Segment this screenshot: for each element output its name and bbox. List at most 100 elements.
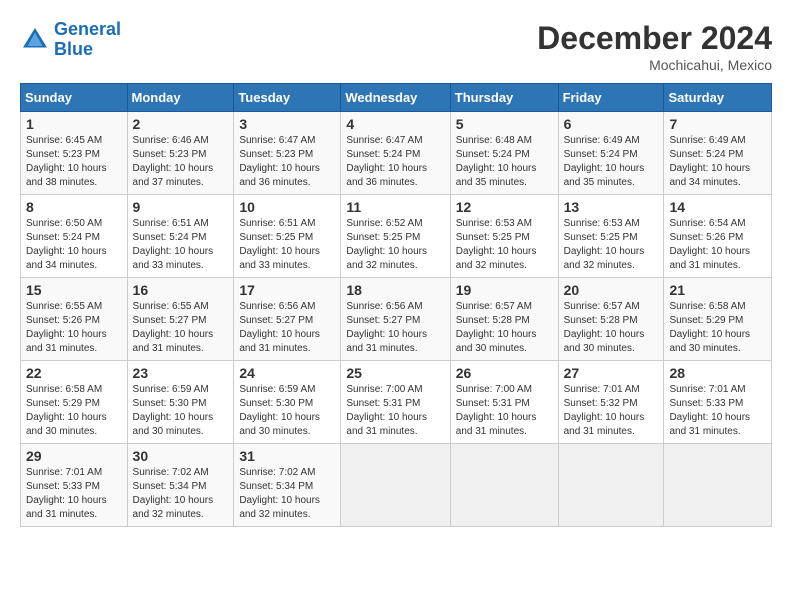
calendar-cell-w3-d2: 16 Sunrise: 6:55 AMSunset: 5:27 PMDaylig… bbox=[127, 278, 234, 361]
calendar-cell-w3-d4: 18 Sunrise: 6:56 AMSunset: 5:27 PMDaylig… bbox=[341, 278, 450, 361]
cell-info: Sunrise: 6:52 AMSunset: 5:25 PMDaylight:… bbox=[346, 217, 444, 273]
day-number: 25 bbox=[346, 365, 444, 381]
calendar-cell-w3-d5: 19 Sunrise: 6:57 AMSunset: 5:28 PMDaylig… bbox=[450, 278, 558, 361]
calendar-cell-w4-d1: 22 Sunrise: 6:58 AMSunset: 5:29 PMDaylig… bbox=[21, 361, 128, 444]
cell-info: Sunrise: 7:01 AMSunset: 5:32 PMDaylight:… bbox=[564, 383, 659, 439]
day-number: 5 bbox=[456, 116, 553, 132]
logo: General Blue bbox=[20, 20, 121, 60]
col-tuesday: Tuesday bbox=[234, 84, 341, 112]
calendar-cell-w2-d4: 11 Sunrise: 6:52 AMSunset: 5:25 PMDaylig… bbox=[341, 195, 450, 278]
logo-icon bbox=[20, 25, 50, 55]
cell-info: Sunrise: 6:45 AMSunset: 5:23 PMDaylight:… bbox=[26, 134, 122, 190]
col-sunday: Sunday bbox=[21, 84, 128, 112]
calendar-header-row: Sunday Monday Tuesday Wednesday Thursday… bbox=[21, 84, 772, 112]
col-saturday: Saturday bbox=[664, 84, 772, 112]
location: Mochicahui, Mexico bbox=[537, 57, 772, 73]
day-number: 8 bbox=[26, 199, 122, 215]
calendar-cell-w2-d1: 8 Sunrise: 6:50 AMSunset: 5:24 PMDayligh… bbox=[21, 195, 128, 278]
day-number: 19 bbox=[456, 282, 553, 298]
cell-info: Sunrise: 6:46 AMSunset: 5:23 PMDaylight:… bbox=[133, 134, 229, 190]
calendar-cell-w5-d1: 29 Sunrise: 7:01 AMSunset: 5:33 PMDaylig… bbox=[21, 444, 128, 527]
logo-text: General Blue bbox=[54, 20, 121, 60]
title-block: December 2024 Mochicahui, Mexico bbox=[537, 20, 772, 73]
calendar-cell-w4-d2: 23 Sunrise: 6:59 AMSunset: 5:30 PMDaylig… bbox=[127, 361, 234, 444]
cell-info: Sunrise: 6:54 AMSunset: 5:26 PMDaylight:… bbox=[669, 217, 766, 273]
cell-info: Sunrise: 7:02 AMSunset: 5:34 PMDaylight:… bbox=[133, 466, 229, 522]
cell-info: Sunrise: 6:53 AMSunset: 5:25 PMDaylight:… bbox=[564, 217, 659, 273]
day-number: 27 bbox=[564, 365, 659, 381]
calendar-cell-w3-d7: 21 Sunrise: 6:58 AMSunset: 5:29 PMDaylig… bbox=[664, 278, 772, 361]
calendar-cell-w4-d4: 25 Sunrise: 7:00 AMSunset: 5:31 PMDaylig… bbox=[341, 361, 450, 444]
calendar-cell-w4-d7: 28 Sunrise: 7:01 AMSunset: 5:33 PMDaylig… bbox=[664, 361, 772, 444]
day-number: 13 bbox=[564, 199, 659, 215]
day-number: 10 bbox=[239, 199, 335, 215]
cell-info: Sunrise: 6:47 AMSunset: 5:23 PMDaylight:… bbox=[239, 134, 335, 190]
calendar-cell-w5-d7 bbox=[664, 444, 772, 527]
cell-info: Sunrise: 7:00 AMSunset: 5:31 PMDaylight:… bbox=[346, 383, 444, 439]
day-number: 9 bbox=[133, 199, 229, 215]
calendar-week-5: 29 Sunrise: 7:01 AMSunset: 5:33 PMDaylig… bbox=[21, 444, 772, 527]
col-friday: Friday bbox=[558, 84, 664, 112]
day-number: 4 bbox=[346, 116, 444, 132]
calendar-cell-w5-d2: 30 Sunrise: 7:02 AMSunset: 5:34 PMDaylig… bbox=[127, 444, 234, 527]
day-number: 26 bbox=[456, 365, 553, 381]
calendar-table: Sunday Monday Tuesday Wednesday Thursday… bbox=[20, 83, 772, 527]
calendar-cell-w1-d1: 1 Sunrise: 6:45 AMSunset: 5:23 PMDayligh… bbox=[21, 112, 128, 195]
col-thursday: Thursday bbox=[450, 84, 558, 112]
day-number: 14 bbox=[669, 199, 766, 215]
cell-info: Sunrise: 7:01 AMSunset: 5:33 PMDaylight:… bbox=[26, 466, 122, 522]
day-number: 17 bbox=[239, 282, 335, 298]
calendar-cell-w2-d5: 12 Sunrise: 6:53 AMSunset: 5:25 PMDaylig… bbox=[450, 195, 558, 278]
day-number: 30 bbox=[133, 448, 229, 464]
cell-info: Sunrise: 6:59 AMSunset: 5:30 PMDaylight:… bbox=[133, 383, 229, 439]
calendar-week-4: 22 Sunrise: 6:58 AMSunset: 5:29 PMDaylig… bbox=[21, 361, 772, 444]
day-number: 11 bbox=[346, 199, 444, 215]
day-number: 20 bbox=[564, 282, 659, 298]
cell-info: Sunrise: 6:50 AMSunset: 5:24 PMDaylight:… bbox=[26, 217, 122, 273]
cell-info: Sunrise: 6:49 AMSunset: 5:24 PMDaylight:… bbox=[669, 134, 766, 190]
cell-info: Sunrise: 7:02 AMSunset: 5:34 PMDaylight:… bbox=[239, 466, 335, 522]
cell-info: Sunrise: 7:00 AMSunset: 5:31 PMDaylight:… bbox=[456, 383, 553, 439]
calendar-cell-w1-d5: 5 Sunrise: 6:48 AMSunset: 5:24 PMDayligh… bbox=[450, 112, 558, 195]
col-wednesday: Wednesday bbox=[341, 84, 450, 112]
day-number: 3 bbox=[239, 116, 335, 132]
day-number: 18 bbox=[346, 282, 444, 298]
cell-info: Sunrise: 6:53 AMSunset: 5:25 PMDaylight:… bbox=[456, 217, 553, 273]
cell-info: Sunrise: 6:58 AMSunset: 5:29 PMDaylight:… bbox=[26, 383, 122, 439]
calendar-cell-w1-d7: 7 Sunrise: 6:49 AMSunset: 5:24 PMDayligh… bbox=[664, 112, 772, 195]
calendar-week-1: 1 Sunrise: 6:45 AMSunset: 5:23 PMDayligh… bbox=[21, 112, 772, 195]
calendar-cell-w3-d1: 15 Sunrise: 6:55 AMSunset: 5:26 PMDaylig… bbox=[21, 278, 128, 361]
cell-info: Sunrise: 6:59 AMSunset: 5:30 PMDaylight:… bbox=[239, 383, 335, 439]
day-number: 12 bbox=[456, 199, 553, 215]
day-number: 22 bbox=[26, 365, 122, 381]
calendar-cell-w4-d5: 26 Sunrise: 7:00 AMSunset: 5:31 PMDaylig… bbox=[450, 361, 558, 444]
calendar-cell-w2-d7: 14 Sunrise: 6:54 AMSunset: 5:26 PMDaylig… bbox=[664, 195, 772, 278]
day-number: 28 bbox=[669, 365, 766, 381]
day-number: 1 bbox=[26, 116, 122, 132]
calendar-cell-w4-d6: 27 Sunrise: 7:01 AMSunset: 5:32 PMDaylig… bbox=[558, 361, 664, 444]
calendar-cell-w3-d6: 20 Sunrise: 6:57 AMSunset: 5:28 PMDaylig… bbox=[558, 278, 664, 361]
calendar-cell-w4-d3: 24 Sunrise: 6:59 AMSunset: 5:30 PMDaylig… bbox=[234, 361, 341, 444]
cell-info: Sunrise: 6:57 AMSunset: 5:28 PMDaylight:… bbox=[564, 300, 659, 356]
cell-info: Sunrise: 6:49 AMSunset: 5:24 PMDaylight:… bbox=[564, 134, 659, 190]
calendar-cell-w1-d2: 2 Sunrise: 6:46 AMSunset: 5:23 PMDayligh… bbox=[127, 112, 234, 195]
day-number: 23 bbox=[133, 365, 229, 381]
cell-info: Sunrise: 6:51 AMSunset: 5:25 PMDaylight:… bbox=[239, 217, 335, 273]
page-header: General Blue December 2024 Mochicahui, M… bbox=[20, 20, 772, 73]
day-number: 2 bbox=[133, 116, 229, 132]
day-number: 24 bbox=[239, 365, 335, 381]
cell-info: Sunrise: 6:51 AMSunset: 5:24 PMDaylight:… bbox=[133, 217, 229, 273]
day-number: 31 bbox=[239, 448, 335, 464]
cell-info: Sunrise: 6:55 AMSunset: 5:26 PMDaylight:… bbox=[26, 300, 122, 356]
cell-info: Sunrise: 6:58 AMSunset: 5:29 PMDaylight:… bbox=[669, 300, 766, 356]
calendar-week-3: 15 Sunrise: 6:55 AMSunset: 5:26 PMDaylig… bbox=[21, 278, 772, 361]
cell-info: Sunrise: 6:56 AMSunset: 5:27 PMDaylight:… bbox=[239, 300, 335, 356]
day-number: 16 bbox=[133, 282, 229, 298]
calendar-cell-w2-d3: 10 Sunrise: 6:51 AMSunset: 5:25 PMDaylig… bbox=[234, 195, 341, 278]
calendar-cell-w3-d3: 17 Sunrise: 6:56 AMSunset: 5:27 PMDaylig… bbox=[234, 278, 341, 361]
cell-info: Sunrise: 6:57 AMSunset: 5:28 PMDaylight:… bbox=[456, 300, 553, 356]
calendar-cell-w5-d5 bbox=[450, 444, 558, 527]
calendar-cell-w5-d4 bbox=[341, 444, 450, 527]
calendar-cell-w1-d4: 4 Sunrise: 6:47 AMSunset: 5:24 PMDayligh… bbox=[341, 112, 450, 195]
cell-info: Sunrise: 6:55 AMSunset: 5:27 PMDaylight:… bbox=[133, 300, 229, 356]
